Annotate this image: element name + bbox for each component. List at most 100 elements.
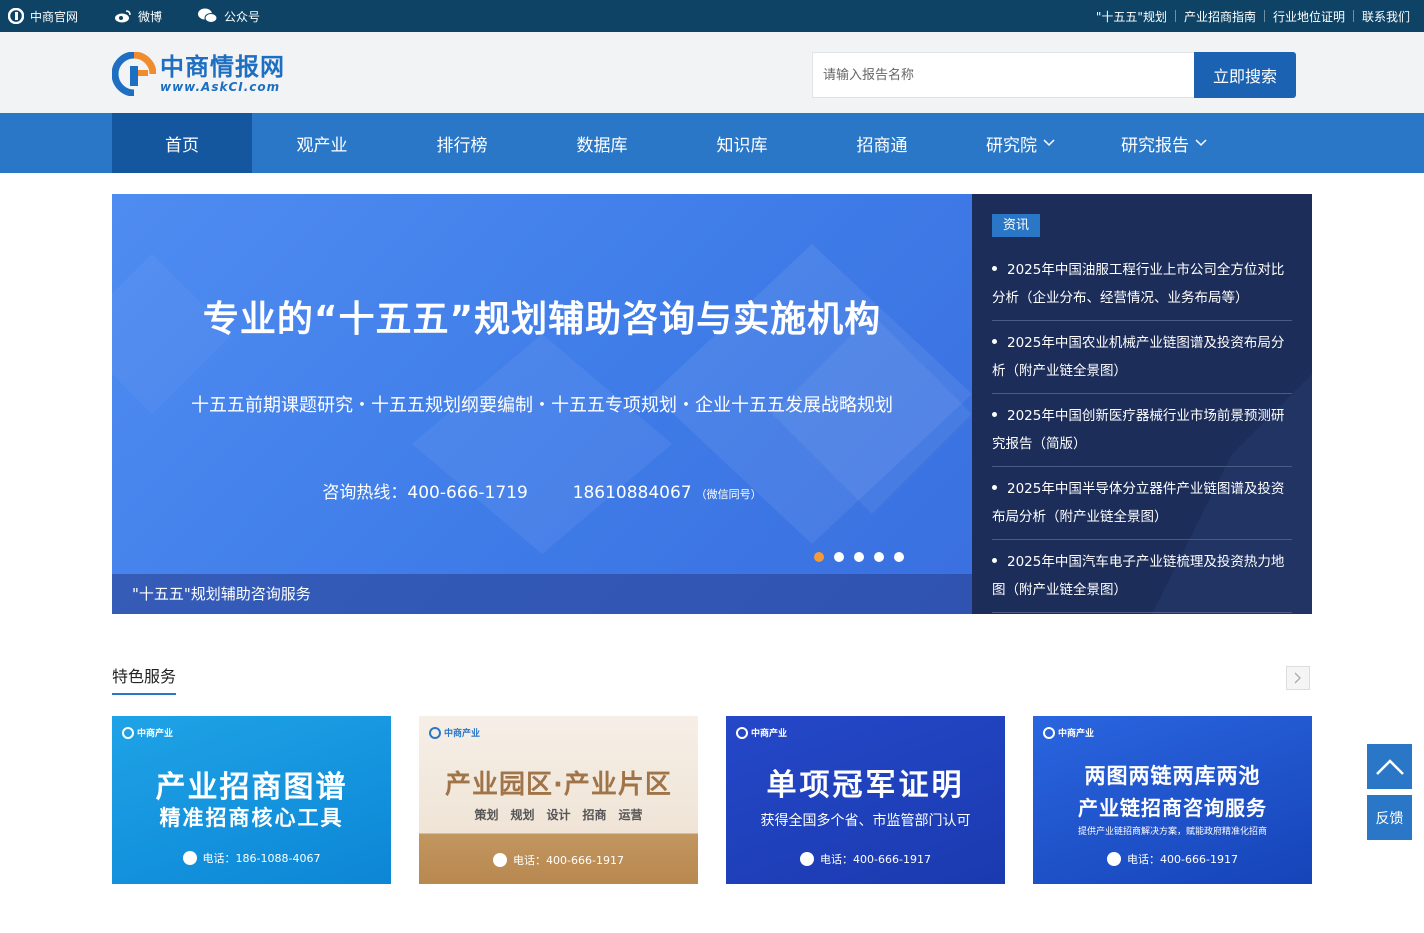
card-subtitle: 策划 规划 设计 招商 运营	[474, 808, 643, 822]
banner-mobile-note: （微信同号）	[695, 488, 762, 501]
carousel-dot[interactable]	[834, 552, 844, 562]
banner-hotline: 咨询热线：400-666-1719 18610884067 （微信同号）	[112, 478, 972, 503]
news-item[interactable]: 2025年中国创新医疗器械行业市场前景预测研究报告（简版）	[992, 394, 1292, 467]
nav-item-database[interactable]: 数据库	[532, 113, 672, 173]
card-brand-text: 中商产业	[444, 729, 481, 739]
phone-icon	[182, 851, 197, 865]
nav-label: 首页	[165, 135, 199, 156]
nav-item-zhaoshang[interactable]: 招商通	[812, 113, 952, 173]
back-to-top-button[interactable]	[1367, 744, 1412, 789]
nav-item-reports[interactable]: 研究报告	[1089, 113, 1239, 173]
main-nav: 首页 观产业 排行榜 数据库 知识库 招商通 研究院 研究报告	[0, 113, 1424, 173]
top-bar-right: "十五五"规划 产业招商指南 行业地位证明 联系我们	[1088, 0, 1418, 32]
top-link-label: 公众号	[224, 9, 261, 24]
logo-mark-icon	[112, 52, 156, 96]
nav-item-home[interactable]: 首页	[112, 113, 252, 173]
top-link-contact[interactable]: 联系我们	[1354, 8, 1418, 25]
news-title: 2025年中国油服工程行业上市公司全方位对比分析（企业分布、经营情况、业务布局等…	[992, 262, 1285, 306]
bullet-icon	[992, 557, 997, 563]
news-item[interactable]: 2025年中国油服工程行业上市公司全方位对比分析（企业分布、经营情况、业务布局等…	[992, 248, 1292, 321]
hero-banner[interactable]: 专业的“十五五”规划辅助咨询与实施机构 十五五前期课题研究・十五五规划纲要编制・…	[112, 194, 972, 614]
chevron-down-icon	[1195, 139, 1207, 147]
news-item[interactable]: 2025年中国汽车电子产业链梳理及投资热力地图（附产业链全景图）	[992, 540, 1292, 613]
banner-title: 专业的“十五五”规划辅助咨询与实施机构	[202, 299, 882, 340]
news-list: 2025年中国油服工程行业上市公司全方位对比分析（企业分布、经营情况、业务布局等…	[992, 248, 1292, 613]
top-link-wechat[interactable]: 公众号	[198, 8, 260, 25]
news-item-text: 2025年中国农业机械产业链图谱及投资布局分析（附产业链全景图）	[992, 329, 1292, 385]
brand-logo-icon	[736, 726, 748, 739]
carousel-dot[interactable]	[874, 552, 884, 562]
card-brand-text: 中商产业	[751, 729, 788, 739]
nav-label: 数据库	[576, 135, 628, 156]
wechat-icon	[198, 8, 218, 23]
search-input[interactable]	[812, 52, 1194, 98]
news-tag: 资讯	[992, 214, 1041, 237]
card-phone-text: 电话：186-1088-4067	[202, 852, 321, 865]
card-title-line2: 产业链招商咨询服务	[1078, 796, 1267, 820]
top-link-investment-guide[interactable]: 产业招商指南	[1176, 8, 1264, 25]
search-bar: 立即搜索	[812, 52, 1296, 98]
top-bar: 中商官网 微博 公众号 "十五五"规划 产业招商指南 行业地位证明 联系我们	[0, 0, 1424, 32]
card-title: 单项冠军证明	[766, 768, 965, 803]
nav-items: 首页 观产业 排行榜 数据库 知识库 招商通 研究院 研究报告	[112, 113, 1239, 173]
service-card[interactable]: 中商产业 产业园区·产业片区 策划 规划 设计 招商 运营 电话：400-666…	[419, 716, 698, 884]
news-item[interactable]: 2025年中国半导体分立器件产业链图谱及投资布局分析（附产业链全景图）	[992, 467, 1292, 540]
nav-item-institute[interactable]: 研究院	[952, 113, 1089, 173]
search-button[interactable]: 立即搜索	[1194, 52, 1296, 98]
card-phone-text: 电话：400-666-1917	[820, 853, 931, 866]
feedback-button[interactable]: 反馈	[1367, 795, 1412, 840]
nav-item-industry[interactable]: 观产业	[252, 113, 392, 173]
service-card[interactable]: 中商产业 产业招商图谱 精准招商核心工具 电话：186-1088-4067	[112, 716, 391, 884]
top-link-industry-proof[interactable]: 行业地位证明	[1265, 8, 1353, 25]
chevron-up-icon	[1375, 758, 1404, 775]
site-logo[interactable]: 中商情报网 www.AskCI.com	[112, 52, 285, 96]
card-title: 两图两链两库两池	[1084, 764, 1261, 788]
card-subtitle: 精准招商核心工具	[159, 806, 344, 830]
banner-caption: "十五五"规划辅助咨询服务	[112, 574, 972, 614]
logo-text: 中商情报网 www.AskCI.com	[160, 54, 285, 94]
carousel-dots	[814, 552, 914, 562]
services-heading: 特色服务	[112, 663, 177, 695]
news-item-text: 2025年中国创新医疗器械行业市场前景预测研究报告（简版）	[992, 402, 1292, 458]
brand-logo-icon	[1043, 726, 1055, 739]
card-subtitle: 获得全国多个省、市监管部门认可	[760, 813, 971, 829]
news-title: 2025年中国农业机械产业链图谱及投资布局分析（附产业链全景图）	[992, 335, 1285, 379]
top-link-weibo[interactable]: 微博	[114, 8, 162, 25]
top-link-official-site[interactable]: 中商官网	[8, 8, 78, 25]
news-item[interactable]: 2025年中国农业机械产业链图谱及投资布局分析（附产业链全景图）	[992, 321, 1292, 394]
banner-hotline-label: 咨询热线：400-666-1719	[322, 483, 528, 503]
logo-url: www.AskCI.com	[160, 80, 281, 94]
carousel-dot[interactable]	[894, 552, 904, 562]
bullet-icon	[992, 411, 997, 417]
card-brand: 中商产业	[122, 726, 173, 739]
nav-label: 招商通	[856, 135, 908, 156]
phone-icon	[1107, 852, 1122, 866]
news-item-text: 2025年中国汽车电子产业链梳理及投资热力地图（附产业链全景图）	[992, 548, 1292, 604]
nav-label: 观产业	[296, 135, 348, 156]
service-card[interactable]: 中商产业 两图两链两库两池 产业链招商咨询服务 提供产业链招商解决方案，赋能政府…	[1033, 716, 1312, 884]
phone-icon	[800, 852, 815, 866]
weibo-icon	[115, 10, 131, 23]
phone-icon	[493, 853, 508, 867]
card-phone: 电话：186-1088-4067	[112, 850, 391, 866]
banner-subtitle: 十五五前期课题研究・十五五规划纲要编制・十五五专项规划・企业十五五发展战略规划	[191, 395, 893, 416]
bullet-icon	[992, 265, 997, 271]
carousel-dot[interactable]	[814, 552, 824, 562]
bullet-icon	[992, 484, 997, 490]
top-link-plan[interactable]: "十五五"规划	[1088, 8, 1175, 25]
banner-mobile: 18610884067	[572, 483, 692, 503]
logo-title: 中商情报网	[160, 53, 285, 81]
card-brand: 中商产业	[736, 726, 787, 739]
news-title: 2025年中国汽车电子产业链梳理及投资热力地图（附产业链全景图）	[992, 554, 1285, 598]
news-panel: 资讯 2025年中国油服工程行业上市公司全方位对比分析（企业分布、经营情况、业务…	[972, 194, 1312, 614]
nav-item-ranking[interactable]: 排行榜	[392, 113, 532, 173]
nav-item-knowledge[interactable]: 知识库	[672, 113, 812, 173]
service-card[interactable]: 中商产业 单项冠军证明 获得全国多个省、市监管部门认可 电话：400-666-1…	[726, 716, 1005, 884]
card-phone: 电话：400-666-1917	[1033, 851, 1312, 867]
news-title: 2025年中国半导体分立器件产业链图谱及投资布局分析（附产业链全景图）	[992, 481, 1285, 525]
news-item-text: 2025年中国油服工程行业上市公司全方位对比分析（企业分布、经营情况、业务布局等…	[992, 256, 1292, 312]
services-next-button[interactable]	[1286, 666, 1310, 690]
card-phone-text: 电话：400-666-1917	[513, 854, 624, 867]
carousel-dot[interactable]	[854, 552, 864, 562]
card-phone: 电话：400-666-1917	[726, 851, 1005, 867]
